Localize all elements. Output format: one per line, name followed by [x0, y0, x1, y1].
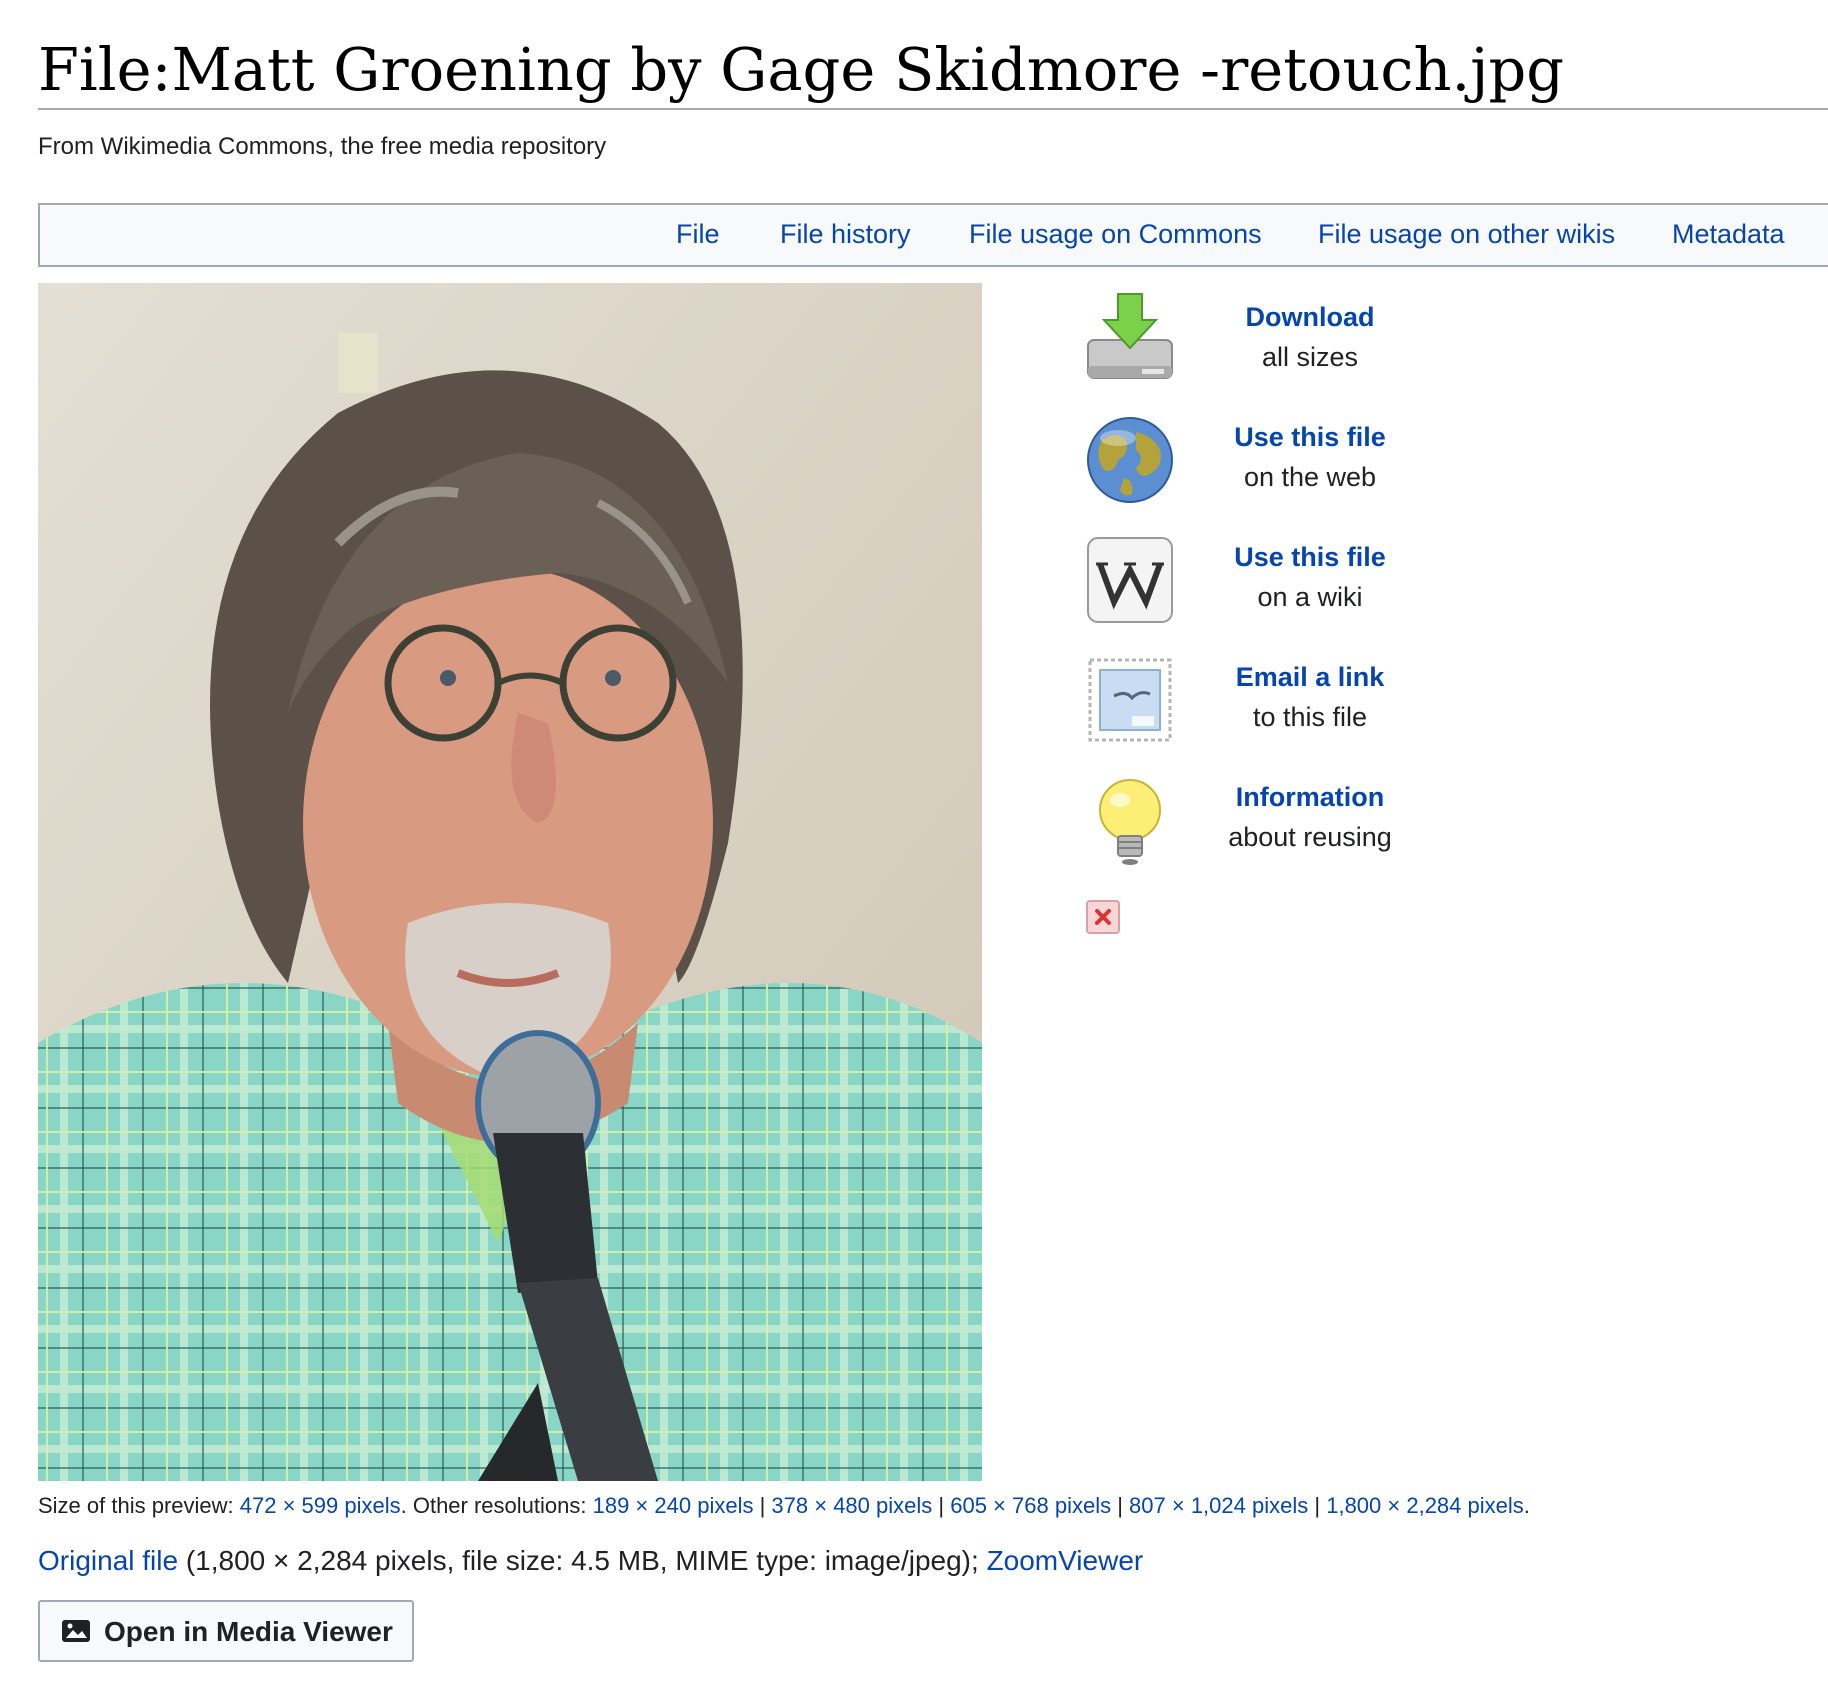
stamp-icon — [1088, 658, 1172, 742]
open-media-viewer-label: Open in Media Viewer — [104, 1616, 393, 1647]
portrait-photo — [38, 283, 982, 1481]
action-download-sub: all sizes — [1261, 342, 1359, 372]
resolution-link[interactable]: 605 × 768 pixels — [950, 1493, 1111, 1518]
globe-icon — [1087, 417, 1173, 503]
image-icon — [62, 1620, 90, 1642]
action-email-link-title[interactable]: Email a link — [1190, 660, 1430, 694]
preview-size-link[interactable]: 472 × 599 pixels — [240, 1493, 401, 1518]
resolution-link[interactable]: 378 × 480 pixels — [771, 1493, 932, 1518]
preview-size-line: Size of this preview: 472 × 599 pixels. … — [38, 1493, 1530, 1518]
action-use-wiki[interactable]: Use this file on a wiki — [1080, 530, 1440, 630]
action-download-title[interactable]: Download — [1190, 300, 1430, 334]
action-download[interactable]: Download all sizes — [1080, 290, 1440, 390]
action-email-link-sub: to this file — [1252, 702, 1368, 732]
resolution-separator: | — [1117, 1493, 1123, 1518]
file-preview-image[interactable] — [38, 283, 982, 1481]
wikipedia-icon — [1087, 537, 1173, 623]
resolution-link[interactable]: 189 × 240 pixels — [593, 1493, 754, 1518]
title-divider — [38, 108, 1828, 110]
action-information-title[interactable]: Information — [1190, 780, 1430, 814]
zoomviewer-link[interactable]: ZoomViewer — [987, 1545, 1144, 1576]
tab-file[interactable]: File — [676, 219, 720, 250]
action-email-link-text: Email a link to this file — [1190, 660, 1430, 740]
site-subtitle: From Wikimedia Commons, the free media r… — [38, 133, 607, 160]
resolution-separator: | — [759, 1493, 766, 1518]
file-tabs-bar: File File history File usage on Commons … — [38, 203, 1828, 267]
action-email-link[interactable]: Email a link to this file — [1080, 650, 1440, 750]
resolution-link[interactable]: 807 × 1,024 pixels — [1129, 1493, 1308, 1518]
download-icon — [1087, 293, 1173, 379]
open-media-viewer-button[interactable]: Open in Media Viewer — [38, 1600, 414, 1662]
page-title: File:Matt Groening by Gage Skidmore -ret… — [38, 35, 1565, 104]
action-use-wiki-text: Use this file on a wiki — [1190, 540, 1430, 620]
other-resolutions-label: Other resolutions: — [412, 1493, 587, 1518]
tab-metadata[interactable]: Metadata — [1672, 219, 1785, 250]
resolution-separator: | — [938, 1493, 945, 1518]
action-information-sub: about reusing — [1228, 822, 1392, 852]
action-download-text: Download all sizes — [1190, 300, 1430, 380]
lightbulb-icon — [1099, 779, 1161, 865]
action-use-web[interactable]: Use this file on the web — [1080, 410, 1440, 510]
close-icon[interactable] — [1086, 900, 1120, 934]
resolution-link[interactable]: 1,800 × 2,284 pixels — [1326, 1493, 1524, 1518]
preview-size-label: Size of this preview: — [38, 1493, 234, 1518]
action-use-web-text: Use this file on the web — [1190, 420, 1430, 500]
tab-file-usage-commons[interactable]: File usage on Commons — [969, 219, 1262, 250]
action-use-web-title[interactable]: Use this file — [1190, 420, 1430, 454]
original-file-details: (1,800 × 2,284 pixels, file size: 4.5 MB… — [185, 1545, 979, 1576]
tab-file-usage-other-wikis[interactable]: File usage on other wikis — [1318, 219, 1615, 250]
action-use-web-sub: on the web — [1243, 462, 1377, 492]
action-use-wiki-title[interactable]: Use this file — [1190, 540, 1430, 574]
action-information[interactable]: Information about reusing — [1080, 770, 1440, 870]
tab-file-history[interactable]: File history — [780, 219, 911, 250]
resolution-separator: | — [1314, 1493, 1321, 1518]
original-file-link[interactable]: Original file — [38, 1545, 178, 1576]
original-file-line: Original file (1,800 × 2,284 pixels, fil… — [38, 1545, 1143, 1577]
action-information-text: Information about reusing — [1190, 780, 1430, 860]
action-use-wiki-sub: on a wiki — [1257, 582, 1363, 612]
